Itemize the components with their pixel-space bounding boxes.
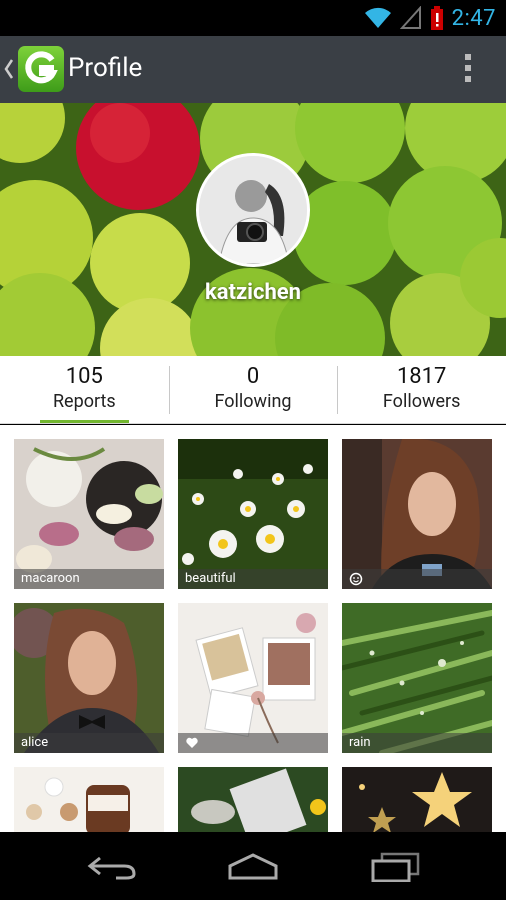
recent-apps-icon[interactable] bbox=[370, 852, 422, 882]
photo-tile[interactable] bbox=[178, 603, 328, 753]
photo-tile[interactable] bbox=[342, 439, 492, 589]
photo-tile[interactable]: macaroon bbox=[14, 439, 164, 589]
garden-photo bbox=[178, 767, 328, 832]
followers-count: 1817 bbox=[396, 364, 447, 389]
avatar[interactable] bbox=[196, 153, 310, 267]
photo-tile[interactable] bbox=[342, 767, 492, 832]
following-count: 0 bbox=[246, 364, 260, 389]
overflow-menu-icon[interactable] bbox=[464, 54, 472, 86]
status-bar: 2:47 bbox=[0, 0, 506, 36]
photo-tile[interactable]: rain bbox=[342, 603, 492, 753]
photo-tile[interactable]: beautiful bbox=[178, 439, 328, 589]
username: katzichen bbox=[205, 280, 301, 305]
battery-alert-icon bbox=[430, 6, 443, 30]
tile-caption: rain bbox=[342, 733, 492, 753]
tile-caption: alice bbox=[14, 733, 164, 753]
reports-count: 105 bbox=[65, 364, 103, 389]
tab-followers[interactable]: 1817 Followers bbox=[337, 356, 506, 423]
page-title: Profile bbox=[68, 53, 143, 83]
photo-tile[interactable]: alice bbox=[14, 603, 164, 753]
nutella-photo bbox=[14, 767, 164, 832]
photo-tile[interactable] bbox=[178, 767, 328, 832]
wifi-icon bbox=[364, 7, 391, 29]
back-icon[interactable] bbox=[86, 852, 138, 880]
star-lights-photo bbox=[342, 767, 492, 832]
smiley-icon bbox=[349, 572, 363, 586]
tile-caption-bar bbox=[342, 569, 492, 589]
action-bar: Profile bbox=[0, 36, 506, 103]
back-chevron-icon[interactable] bbox=[4, 58, 14, 80]
photo-tile[interactable] bbox=[14, 767, 164, 832]
following-label: Following bbox=[214, 391, 292, 412]
reports-grid: macaroon beautiful alice rain bbox=[0, 425, 506, 832]
followers-label: Followers bbox=[382, 391, 461, 412]
tab-following[interactable]: 0 Following bbox=[168, 356, 338, 423]
tile-caption-bar bbox=[178, 733, 328, 753]
system-nav-bar bbox=[0, 832, 506, 900]
app-logo-icon[interactable] bbox=[18, 46, 64, 92]
daisies-photo bbox=[178, 439, 328, 589]
cell-signal-icon bbox=[399, 6, 421, 29]
heart-icon bbox=[186, 737, 198, 748]
cover-photo: katzichen bbox=[0, 103, 506, 356]
profile-stats-tabs: 105 Reports 0 Following 1817 Followers bbox=[0, 356, 506, 424]
clock: 2:47 bbox=[451, 5, 496, 31]
home-icon[interactable] bbox=[226, 852, 280, 880]
portrait-photo bbox=[342, 439, 492, 589]
tile-caption: macaroon bbox=[14, 569, 164, 589]
rain-grass-photo bbox=[342, 603, 492, 753]
tile-caption: beautiful bbox=[178, 569, 328, 589]
polaroids-photo bbox=[178, 603, 328, 753]
tab-reports[interactable]: 105 Reports bbox=[0, 356, 169, 423]
macaroon-photo bbox=[14, 439, 164, 589]
alice-photo bbox=[14, 603, 164, 753]
reports-label: Reports bbox=[52, 391, 116, 412]
